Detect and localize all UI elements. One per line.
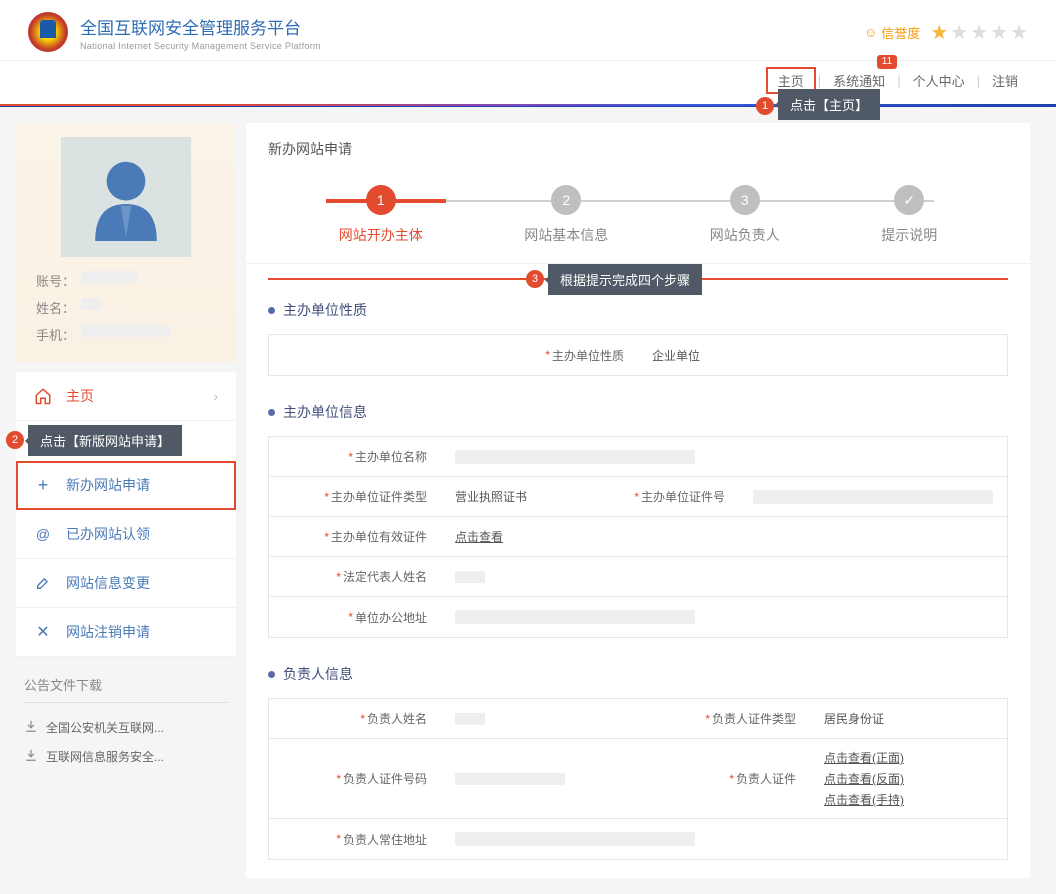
header-right: ☺ 信誉度 ★ ★ ★ ★ ★	[864, 20, 1028, 45]
star-icon: ★	[930, 20, 948, 45]
steps-bar: 1 网站开办主体 2 网站基本信息 3 网站负责人 ✓ 提示说明	[246, 173, 1030, 264]
nav-logout[interactable]: 注销	[982, 69, 1028, 92]
download-item-1[interactable]: 全国公安机关互联网...	[24, 713, 228, 742]
unit-name-value	[441, 437, 1007, 476]
site-title-en: National Internet Security Management Se…	[80, 41, 321, 51]
form-box: *主办单位性质 企业单位	[268, 334, 1008, 376]
site-title-cn: 全国互联网安全管理服务平台	[80, 14, 321, 39]
sidebar-item-home[interactable]: 主页 ›	[16, 372, 236, 421]
red-divider: 3 根据提示完成四个步骤	[268, 278, 1008, 280]
section-unit-info: 主办单位信息 *主办单位名称 *主办单位证件类型 营业执照证书 *主办单位证件号	[246, 394, 1030, 656]
close-icon: ✕	[34, 623, 52, 641]
callout-badge-3: 3	[526, 270, 544, 288]
sidebar-item-cancel[interactable]: ✕ 网站注销申请	[16, 608, 236, 657]
main-content: 新办网站申请 1 网站开办主体 2 网站基本信息 3 网站负责人 ✓ 提示说明 …	[246, 123, 1030, 878]
notice-badge: 11	[877, 55, 897, 69]
cert-no-value	[739, 477, 1007, 516]
person-name-value	[441, 699, 638, 738]
cert-type-value: 营业执照证书	[441, 477, 567, 516]
view-cert-hand-link[interactable]: 点击查看(手持)	[824, 791, 904, 808]
unit-addr-value	[441, 597, 1007, 637]
nav-user-center[interactable]: 个人中心	[903, 69, 975, 92]
layout: 账号： 姓名： 手机： 主页 › 2 点击【新版网站申请】	[0, 107, 1056, 894]
step-2[interactable]: 2 网站基本信息	[524, 185, 608, 245]
person-addr-value	[441, 819, 1007, 859]
top-nav: 主页 | 系统通知 11 | 个人中心 | 注销 1 点击【主页】	[0, 61, 1056, 104]
chevron-right-icon: ›	[213, 388, 218, 404]
callout-3: 根据提示完成四个步骤	[548, 264, 702, 295]
avatar	[61, 137, 191, 257]
download-item-2[interactable]: 互联网信息服务安全...	[24, 742, 228, 771]
site-title-block: 全国互联网安全管理服务平台 National Internet Security…	[80, 14, 321, 51]
person-cert-no-value	[441, 739, 638, 818]
user-icon: ☺	[864, 25, 877, 40]
section-header: 主办单位信息	[268, 402, 1008, 422]
star-icon: ★	[970, 20, 988, 45]
section-person-info: 负责人信息 *负责人姓名 *负责人证件类型 居民身份证	[246, 656, 1030, 878]
person-cert-type-value: 居民身份证	[810, 699, 1007, 738]
trust-label: ☺ 信誉度	[864, 23, 920, 42]
view-cert-back-link[interactable]: 点击查看(反面)	[824, 770, 904, 787]
callout-badge-1: 1	[756, 97, 774, 115]
avatar-icon	[82, 153, 170, 241]
at-icon: @	[34, 525, 52, 543]
step-4[interactable]: ✓ 提示说明	[881, 185, 937, 245]
callout-1: 点击【主页】	[778, 89, 880, 120]
edit-icon	[34, 574, 52, 592]
callout-2-wrap: 2 点击【新版网站申请】	[16, 421, 236, 461]
check-icon: ✓	[894, 185, 924, 215]
profile-account: 账号：	[30, 267, 222, 294]
legal-name-value	[441, 557, 1007, 596]
download-icon	[24, 719, 38, 736]
star-icon: ★	[990, 20, 1008, 45]
sidebar-item-change[interactable]: 网站信息变更	[16, 559, 236, 608]
plus-icon: +	[34, 476, 52, 494]
star-icon: ★	[1010, 20, 1028, 45]
section-unit-nature: 主办单位性质 *主办单位性质 企业单位	[246, 292, 1030, 394]
rating-stars: ★ ★ ★ ★ ★	[930, 20, 1028, 45]
logo-emblem	[28, 12, 68, 52]
callout-badge-2: 2	[6, 431, 24, 449]
page-title: 新办网站申请	[246, 123, 1030, 173]
star-icon: ★	[950, 20, 968, 45]
profile-card: 账号： 姓名： 手机：	[16, 123, 236, 362]
download-icon	[24, 748, 38, 765]
unit-nature-value: 企业单位	[638, 335, 1007, 375]
profile-name: 姓名：	[30, 294, 222, 321]
sidebar: 账号： 姓名： 手机： 主页 › 2 点击【新版网站申请】	[0, 107, 236, 894]
header: 全国互联网安全管理服务平台 National Internet Security…	[0, 0, 1056, 61]
section-header: 主办单位性质	[268, 300, 1008, 320]
view-cert-link[interactable]: 点击查看	[455, 528, 503, 545]
home-icon	[34, 387, 52, 405]
callout-2: 点击【新版网站申请】	[28, 425, 182, 456]
form-box: *主办单位名称 *主办单位证件类型 营业执照证书 *主办单位证件号	[268, 436, 1008, 638]
form-box: *负责人姓名 *负责人证件类型 居民身份证 *负责人证件号码	[268, 698, 1008, 860]
sidebar-item-claim[interactable]: @ 已办网站认领	[16, 510, 236, 559]
download-section: 公告文件下载 全国公安机关互联网... 互联网信息服务安全...	[16, 657, 236, 789]
view-cert-front-link[interactable]: 点击查看(正面)	[824, 749, 904, 766]
profile-phone: 手机：	[30, 321, 222, 348]
download-title: 公告文件下载	[24, 675, 228, 703]
sidebar-item-apply[interactable]: + 新办网站申请	[16, 461, 236, 510]
form-row: *主办单位性质 企业单位	[269, 335, 1007, 375]
step-1[interactable]: 1 网站开办主体	[339, 185, 423, 245]
sidebar-menu: 主页 › 2 点击【新版网站申请】 + 新办网站申请 @ 已办网站认领 网站信息…	[16, 372, 236, 657]
section-header: 负责人信息	[268, 664, 1008, 684]
step-3[interactable]: 3 网站负责人	[710, 185, 780, 245]
